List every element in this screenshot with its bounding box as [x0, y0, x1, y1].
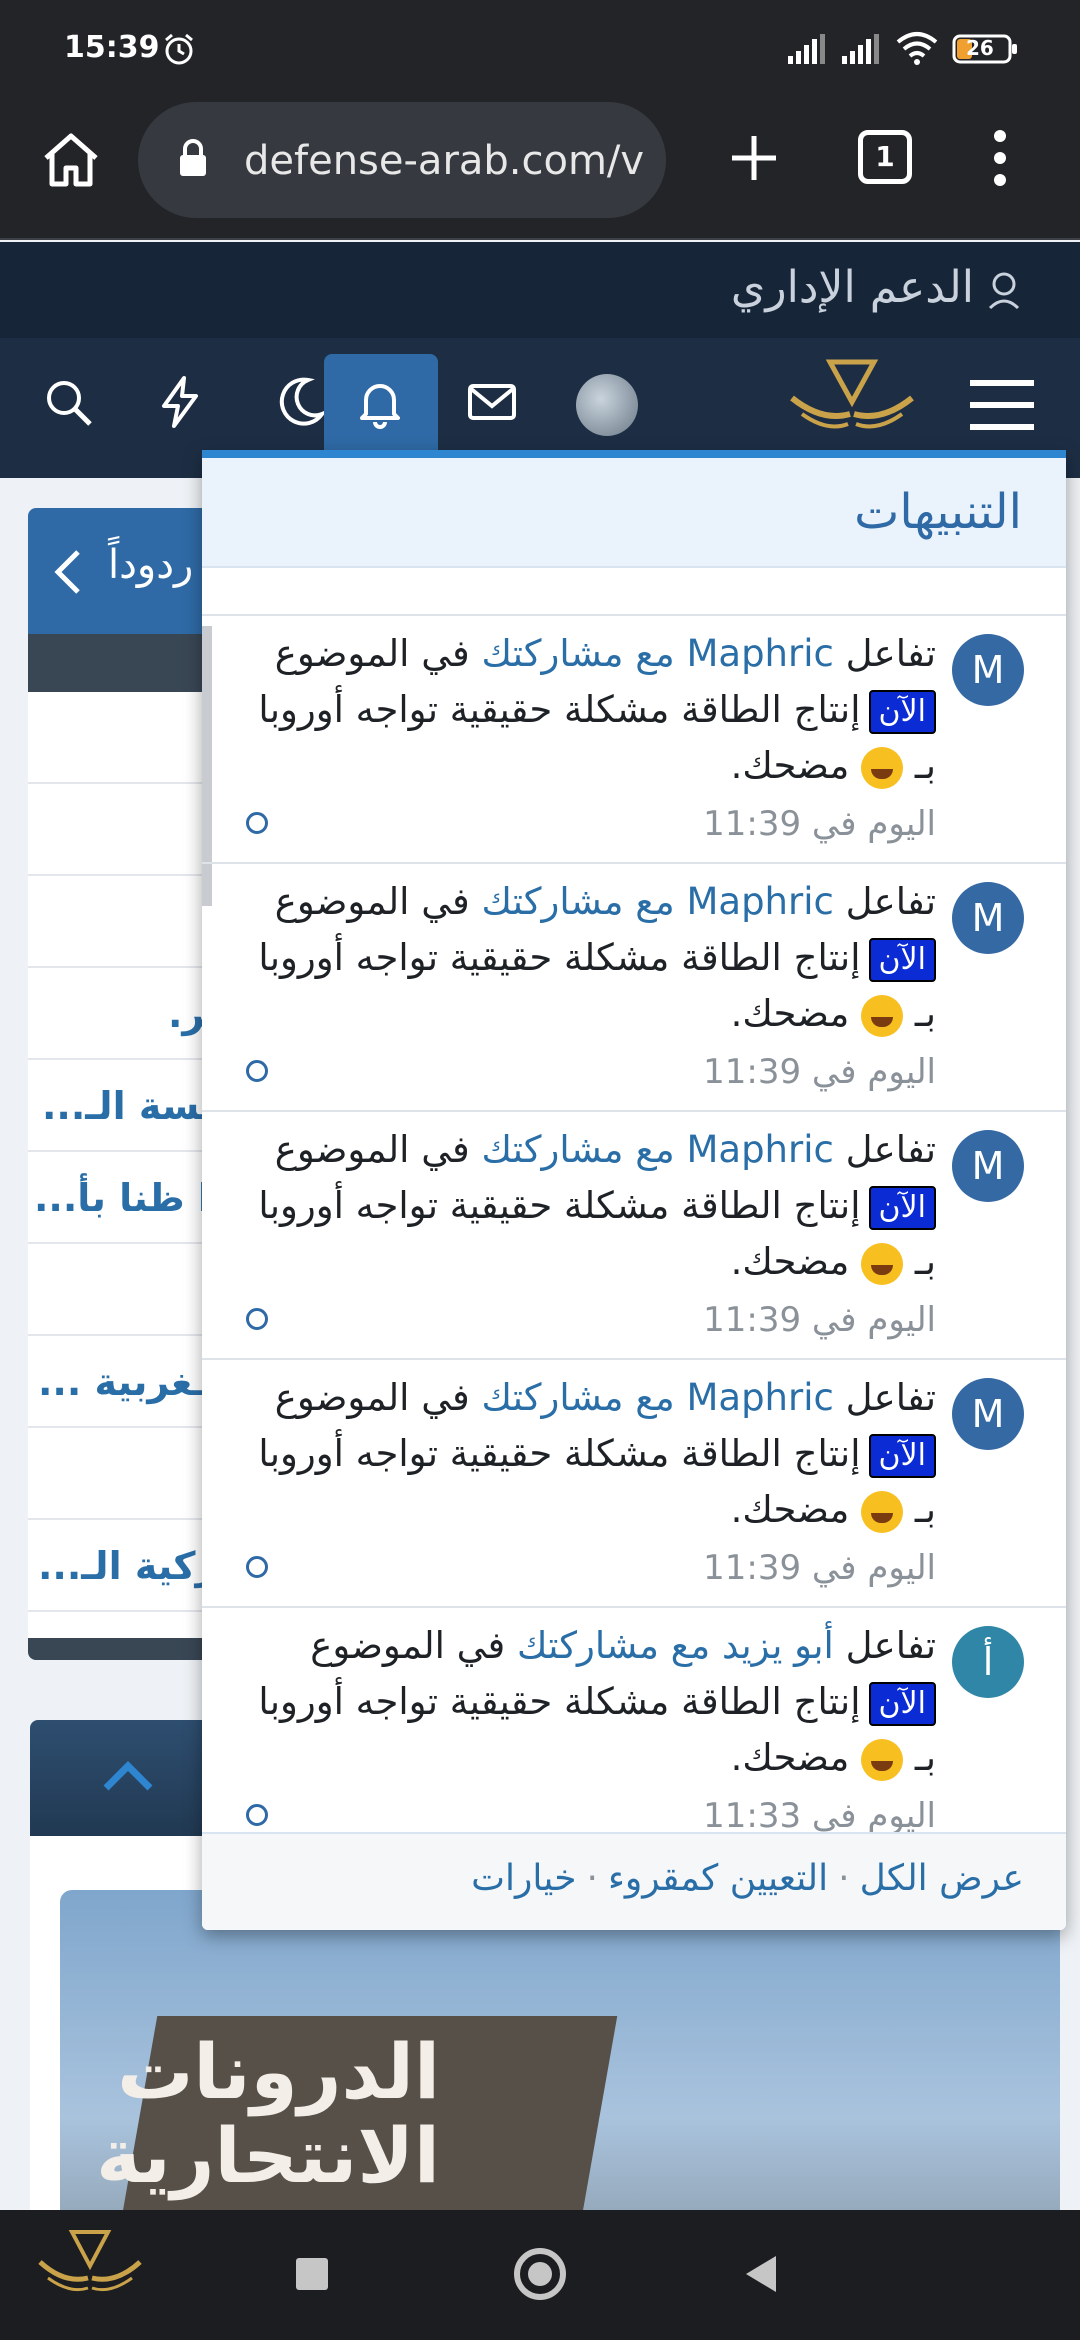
site-logo[interactable] — [30, 2222, 150, 2334]
alert-item[interactable]: M تفاعل Maphric مع مشاركتك في الموضوع ال… — [202, 616, 1066, 864]
new-badge: الآن — [868, 1433, 936, 1478]
laugh-emoji-icon — [861, 746, 904, 789]
mark-read-link[interactable]: التعيين كمقروء — [608, 1858, 828, 1899]
separator: · — [838, 1858, 850, 1899]
alert-time: اليوم في 11:39 — [703, 1548, 936, 1588]
new-badge: الآن — [868, 937, 936, 982]
post-link[interactable]: مع مشاركتك — [482, 1128, 675, 1171]
thread-link[interactable]: إنتاج الطاقة مشكلة حقيقية تواجه أوروبا — [258, 1184, 860, 1227]
mark-read-toggle[interactable] — [246, 812, 268, 834]
alert-time: اليوم في 11:39 — [703, 1052, 936, 1092]
battery-level: 26 — [966, 36, 994, 60]
alert-time: اليوم في 11:39 — [703, 804, 936, 844]
thread-link[interactable]: إنتاج الطاقة مشكلة حقيقية تواجه أوروبا — [258, 688, 860, 731]
alert-item[interactable]: أ تفاعل أبو يزيد مع مشاركتك في الموضوع ا… — [202, 1608, 1066, 1838]
search-icon[interactable] — [40, 374, 96, 430]
list-item — [202, 576, 1066, 616]
avatar[interactable]: M — [952, 1378, 1024, 1450]
show-all-link[interactable]: عرض الكل — [860, 1858, 1024, 1899]
url-text[interactable]: defense-arab.com/v — [244, 138, 644, 184]
alerts-footer-links: عرض الكل·التعيين كمقروء·خيارات — [471, 1858, 1024, 1899]
user-link[interactable]: Maphric — [686, 1128, 833, 1171]
home-button[interactable] — [514, 2248, 566, 2300]
recents-button[interactable] — [296, 2258, 328, 2290]
alarm-icon — [165, 33, 193, 65]
support-link[interactable]: الدعم الإداري — [731, 262, 1022, 313]
wifi-icon — [896, 32, 938, 65]
mark-read-toggle[interactable] — [246, 1556, 268, 1578]
avatar[interactable]: M — [952, 882, 1024, 954]
mail-icon[interactable] — [464, 374, 520, 430]
alert-text: تفاعل Maphric مع مشاركتك في الموضوع الآن… — [258, 1376, 936, 1533]
alerts-header: التنبيهات — [202, 458, 1066, 568]
status-bar: 15:39 26 — [0, 0, 1080, 100]
new-badge: الآن — [868, 1681, 936, 1726]
alert-text: تفاعل Maphric مع مشاركتك في الموضوع الآن… — [258, 880, 936, 1037]
avatar[interactable]: أ — [952, 1626, 1024, 1698]
thread-link[interactable]: إنتاج الطاقة مشكلة حقيقية تواجه أوروبا — [258, 1432, 860, 1475]
laugh-emoji-icon — [861, 1490, 904, 1533]
banner-title: الدرونات الانتحارية — [96, 2027, 440, 2200]
browser-toolbar: defense-arab.com/v 1 — [0, 100, 1080, 240]
lock-icon — [180, 139, 206, 176]
user-link[interactable]: أبو يزيد — [722, 1624, 834, 1667]
alert-item[interactable]: M تفاعل Maphric مع مشاركتك في الموضوع ال… — [202, 864, 1066, 1112]
site-logo[interactable] — [782, 352, 922, 462]
user-link[interactable]: Maphric — [686, 1376, 833, 1419]
thread-link[interactable]: إنتاج الطاقة مشكلة حقيقية تواجه أوروبا — [258, 936, 860, 979]
separator: · — [586, 1858, 598, 1899]
new-badge: الآن — [868, 689, 936, 734]
alerts-title[interactable]: التنبيهات — [854, 484, 1022, 540]
alert-time: اليوم في 11:39 — [703, 1300, 936, 1340]
post-link[interactable]: مع مشاركتك — [482, 880, 675, 923]
alerts-dropdown: التنبيهات M تفاعل Maphric مع مشاركتك في … — [202, 450, 1066, 1930]
plus-icon[interactable] — [726, 130, 782, 186]
signal-icon — [842, 34, 879, 64]
post-link[interactable]: مع مشاركتك — [482, 632, 675, 675]
alert-time: اليوم في 11:33 — [703, 1796, 936, 1836]
avatar[interactable]: M — [952, 634, 1024, 706]
mark-read-toggle[interactable] — [246, 1308, 268, 1330]
menu-icon[interactable] — [970, 378, 1034, 432]
moon-icon[interactable] — [272, 374, 328, 430]
tabs-button[interactable]: 1 — [858, 130, 912, 184]
mark-read-toggle[interactable] — [246, 1060, 268, 1082]
laugh-emoji-icon — [861, 994, 904, 1037]
featured-banner[interactable]: الدرونات الانتحارية — [60, 1890, 1060, 2240]
system-nav-bar — [0, 2210, 1080, 2340]
signal-icon — [788, 34, 825, 64]
chevron-up-icon[interactable] — [100, 1756, 156, 1796]
alert-text: تفاعل أبو يزيد مع مشاركتك في الموضوع الآ… — [258, 1624, 936, 1781]
avatar[interactable]: M — [952, 1130, 1024, 1202]
support-icon — [988, 272, 1020, 310]
post-link[interactable]: مع مشاركتك — [517, 1624, 710, 1667]
bell-icon — [360, 384, 400, 429]
home-icon[interactable] — [40, 128, 102, 190]
widget-title: ردوداً — [108, 542, 194, 588]
bolt-icon[interactable] — [152, 374, 208, 430]
laugh-emoji-icon — [861, 1738, 904, 1781]
mark-read-toggle[interactable] — [246, 1804, 268, 1826]
new-badge: الآن — [868, 1185, 936, 1230]
laugh-emoji-icon — [861, 1242, 904, 1285]
post-link[interactable]: مع مشاركتك — [482, 1376, 675, 1419]
user-link[interactable]: Maphric — [686, 880, 833, 923]
alert-item[interactable]: M تفاعل Maphric مع مشاركتك في الموضوع ال… — [202, 1112, 1066, 1360]
avatar[interactable] — [576, 374, 638, 436]
alerts-footer: عرض الكل·التعيين كمقروء·خيارات — [202, 1832, 1066, 1930]
support-label: الدعم الإداري — [730, 262, 974, 313]
thread-link[interactable]: إنتاج الطاقة مشكلة حقيقية تواجه أوروبا — [258, 1680, 860, 1723]
alert-text: تفاعل Maphric مع مشاركتك في الموضوع الآن… — [258, 1128, 936, 1285]
site-topbar: الدعم الإداري — [0, 242, 1080, 338]
chevron-left-icon[interactable] — [48, 544, 88, 600]
user-link[interactable]: Maphric — [686, 632, 833, 675]
more-vert-icon[interactable] — [992, 128, 1008, 188]
options-link[interactable]: خيارات — [471, 1858, 576, 1899]
alert-item[interactable]: M تفاعل Maphric مع مشاركتك في الموضوع ال… — [202, 1360, 1066, 1608]
status-time: 15:39 — [64, 30, 160, 65]
alerts-list[interactable]: M تفاعل Maphric مع مشاركتك في الموضوع ال… — [202, 576, 1066, 1838]
alert-text: تفاعل Maphric مع مشاركتك في الموضوع الآن… — [258, 632, 936, 789]
back-icon[interactable] — [740, 2252, 780, 2296]
url-bar[interactable]: defense-arab.com/v — [138, 102, 666, 218]
